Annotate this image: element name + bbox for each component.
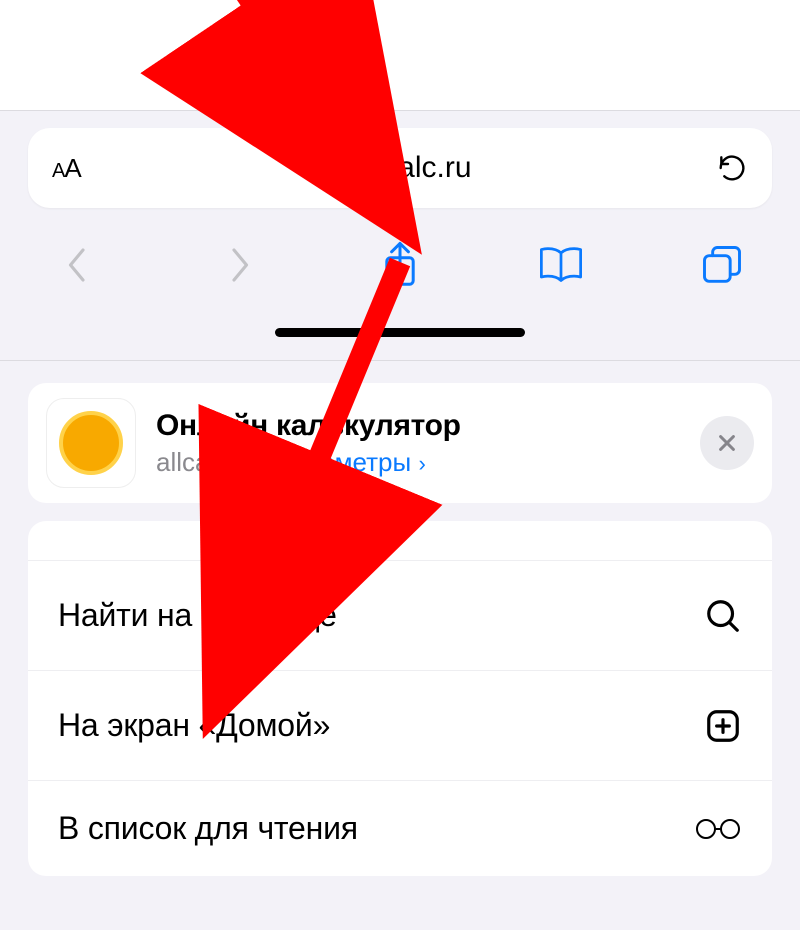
action-add-to-home-screen[interactable]: На экран «Домой» <box>28 671 772 781</box>
bookmarks-button[interactable] <box>537 241 585 289</box>
reload-icon <box>716 152 748 184</box>
url-container[interactable]: allcalc.ru <box>81 151 716 185</box>
chevron-left-icon <box>64 245 92 285</box>
share-title: Онлайн калькулятор <box>156 409 700 443</box>
favicon-circle-icon <box>59 411 123 475</box>
action-find-on-page[interactable]: Найти на странице <box>28 561 772 671</box>
forward-button[interactable] <box>215 241 263 289</box>
share-options-link[interactable]: Параметры › <box>273 447 426 478</box>
reader-aa-button[interactable]: AA <box>52 153 81 184</box>
url-text: allcalc.ru <box>353 151 471 185</box>
share-icon <box>380 241 420 289</box>
chevron-right-icon <box>225 245 253 285</box>
action-previous-cutoff[interactable] <box>28 521 772 561</box>
share-domain: allcalc.ru <box>156 447 259 478</box>
glasses-icon <box>694 814 742 844</box>
share-actions: Найти на странице На экран «Домой» В спи… <box>28 521 772 876</box>
reload-button[interactable] <box>716 152 748 184</box>
close-icon <box>716 432 738 454</box>
tabs-icon <box>701 244 743 286</box>
chevron-right-icon: › <box>418 451 425 476</box>
search-icon <box>704 597 742 635</box>
tabs-button[interactable] <box>698 241 746 289</box>
address-bar[interactable]: AA allcalc.ru <box>28 128 772 208</box>
book-icon <box>537 245 585 285</box>
share-subtitle: allcalc.ru Параметры › <box>156 447 700 478</box>
share-button[interactable] <box>376 241 424 289</box>
action-add-to-reading-list[interactable]: В список для чтения <box>28 781 772 876</box>
home-indicator <box>275 328 525 337</box>
plus-square-icon <box>704 707 742 745</box>
share-title-block: Онлайн калькулятор allcalc.ru Параметры … <box>136 409 700 478</box>
safari-bottom-toolbar <box>0 230 800 300</box>
lock-icon <box>325 157 347 179</box>
share-sheet: Онлайн калькулятор allcalc.ru Параметры … <box>0 360 800 930</box>
close-button[interactable] <box>700 416 754 470</box>
share-header: Онлайн калькулятор allcalc.ru Параметры … <box>28 383 772 503</box>
site-favicon <box>46 398 136 488</box>
back-button[interactable] <box>54 241 102 289</box>
